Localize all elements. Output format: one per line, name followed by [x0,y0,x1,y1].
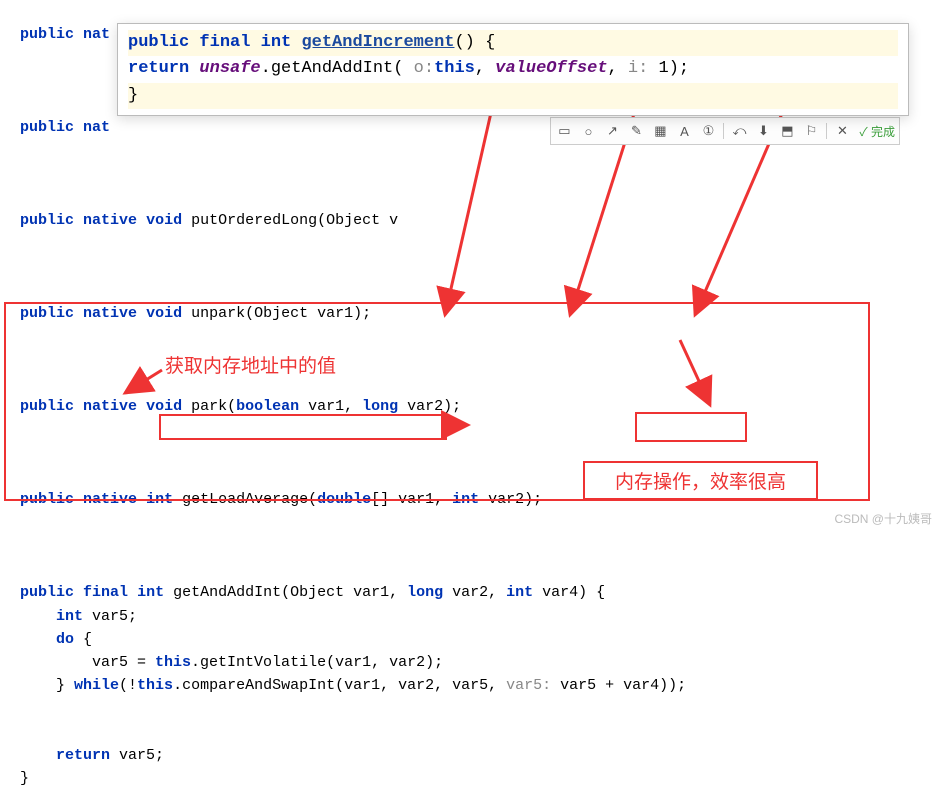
annotation-label-memread: 获取内存地址中的值 [165,351,336,378]
code-popup[interactable]: public final int getAndIncrement() { ret… [117,23,909,116]
code-line: int var5; [20,608,137,625]
code-line: public native void unpark(Object var1); [20,305,371,322]
pencil-icon[interactable]: ✎ [627,122,645,140]
close-icon[interactable]: ✕ [833,122,851,140]
code-line: public native void park(boolean var1, lo… [20,398,461,415]
popup-line-2: return unsafe.getAndAddInt( o:this, valu… [128,59,689,78]
circle-icon[interactable]: ○ [579,122,597,140]
popup-line-1: public final int getAndIncrement() { [128,30,898,56]
code-line: } [20,770,29,787]
kw: nat [83,26,110,43]
code-line: } while(!this.compareAndSwapInt(var1, va… [20,677,686,694]
done-button[interactable]: ✓ 完成 [859,123,895,140]
download-icon[interactable]: ⬇ [754,122,772,140]
bookmark-icon[interactable]: ⚐ [802,122,820,140]
annotation-toolbar[interactable]: ▭ ○ ↗ ✎ ▦ A ① ⤺ ⬇ ⬒ ⚐ ✕ ✓ 完成 [550,117,900,145]
text-icon[interactable]: A [675,122,693,140]
popup-line-3: } [128,83,898,109]
separator [826,123,827,139]
method-link[interactable]: getAndIncrement [301,33,454,52]
number-icon[interactable]: ① [699,122,717,140]
undo-icon[interactable]: ⤺ [730,122,748,140]
rect-icon[interactable]: ▭ [555,122,573,140]
method-signature: public final int getAndAddInt(Object var… [20,584,605,601]
annotation-label-memory: 内存操作，效率很高 [583,461,818,500]
kw: nat [83,119,110,136]
mosaic-icon[interactable]: ▦ [651,122,669,140]
watermark: CSDN @十九姨哥 [834,510,932,527]
code-line: public native void putOrderedLong(Object… [20,212,398,229]
kw: public [20,26,74,43]
code-line: return var5; [20,747,164,764]
separator [723,123,724,139]
code-line: do { [20,631,92,648]
pin-icon[interactable]: ⬒ [778,122,796,140]
arrow-icon[interactable]: ↗ [603,122,621,140]
code-line: var5 = this.getIntVolatile(var1, var2); [20,654,443,671]
code-line: public native int getLoadAverage(double[… [20,491,542,508]
kw: public [20,119,74,136]
